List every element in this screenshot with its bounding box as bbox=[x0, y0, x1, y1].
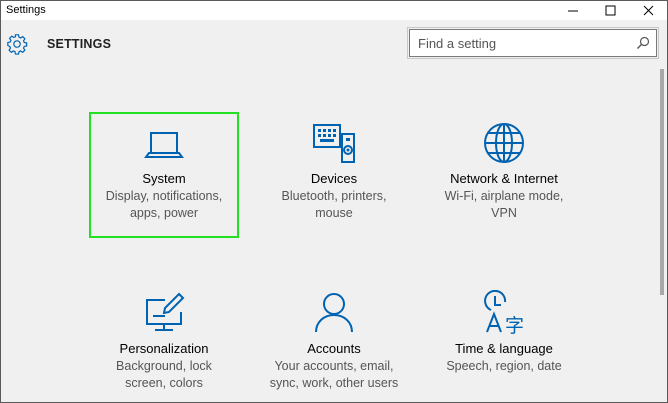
person-icon bbox=[315, 293, 353, 333]
tile-personalization[interactable]: Personalization Background, lock screen,… bbox=[89, 284, 239, 403]
tile-label: Devices bbox=[310, 171, 358, 186]
tile-accounts[interactable]: Accounts Your accounts, email, sync, wor… bbox=[259, 284, 409, 403]
search-icon[interactable] bbox=[636, 36, 650, 50]
search-input[interactable] bbox=[410, 30, 630, 56]
tile-label: Network & Internet bbox=[450, 171, 558, 186]
tile-label: Personalization bbox=[119, 341, 209, 356]
maximize-button[interactable] bbox=[595, 1, 625, 20]
tile-description: sync, work, other users bbox=[269, 376, 399, 390]
tile-description: Speech, region, date bbox=[446, 359, 562, 373]
minimize-button[interactable] bbox=[558, 1, 588, 20]
search-box[interactable] bbox=[407, 27, 659, 59]
scrollbar-thumb[interactable] bbox=[660, 69, 664, 295]
title-bar[interactable]: Settings bbox=[1, 1, 667, 20]
tile-description: mouse bbox=[315, 206, 353, 220]
tile-description: VPN bbox=[491, 206, 517, 220]
personalization-icon bbox=[146, 292, 185, 331]
tile-time-language[interactable]: 字 Time & language Speech, region, date bbox=[428, 284, 580, 403]
globe-icon bbox=[484, 123, 524, 163]
maximize-icon bbox=[605, 5, 615, 16]
settings-header: SETTINGS bbox=[1, 20, 667, 70]
tile-label: Time & language bbox=[455, 341, 553, 356]
settings-window: Settings SETTINGS Find a setting System … bbox=[0, 0, 668, 403]
page-title: SETTINGS bbox=[47, 37, 112, 51]
tile-description: Wi-Fi, airplane mode, bbox=[444, 189, 564, 203]
tile-label: System bbox=[142, 171, 186, 186]
laptop-icon bbox=[144, 132, 184, 158]
tile-description: Bluetooth, printers, bbox=[281, 189, 387, 203]
tile-description: Your accounts, email, bbox=[274, 359, 394, 373]
scrollbar[interactable] bbox=[657, 57, 667, 297]
tile-system[interactable]: System Display, notifications, apps, pow… bbox=[89, 112, 239, 238]
tile-network-internet[interactable]: Network & Internet Wi-Fi, airplane mode,… bbox=[428, 114, 580, 240]
close-button[interactable] bbox=[633, 1, 663, 20]
svg-text:字: 字 bbox=[505, 315, 524, 336]
time-language-icon: 字 bbox=[484, 290, 524, 336]
gear-icon bbox=[7, 34, 28, 55]
tile-devices[interactable]: Devices Bluetooth, printers, mouse bbox=[259, 114, 409, 240]
tile-label: Accounts bbox=[307, 341, 361, 356]
tile-description: apps, power bbox=[129, 206, 199, 220]
window-title: Settings bbox=[6, 4, 46, 16]
tile-description: screen, colors bbox=[125, 376, 203, 390]
close-icon bbox=[643, 5, 653, 16]
tile-description: Background, lock bbox=[116, 359, 212, 373]
tile-description: Display, notifications, bbox=[105, 189, 223, 203]
minimize-icon bbox=[567, 10, 578, 12]
devices-icon bbox=[313, 124, 355, 163]
